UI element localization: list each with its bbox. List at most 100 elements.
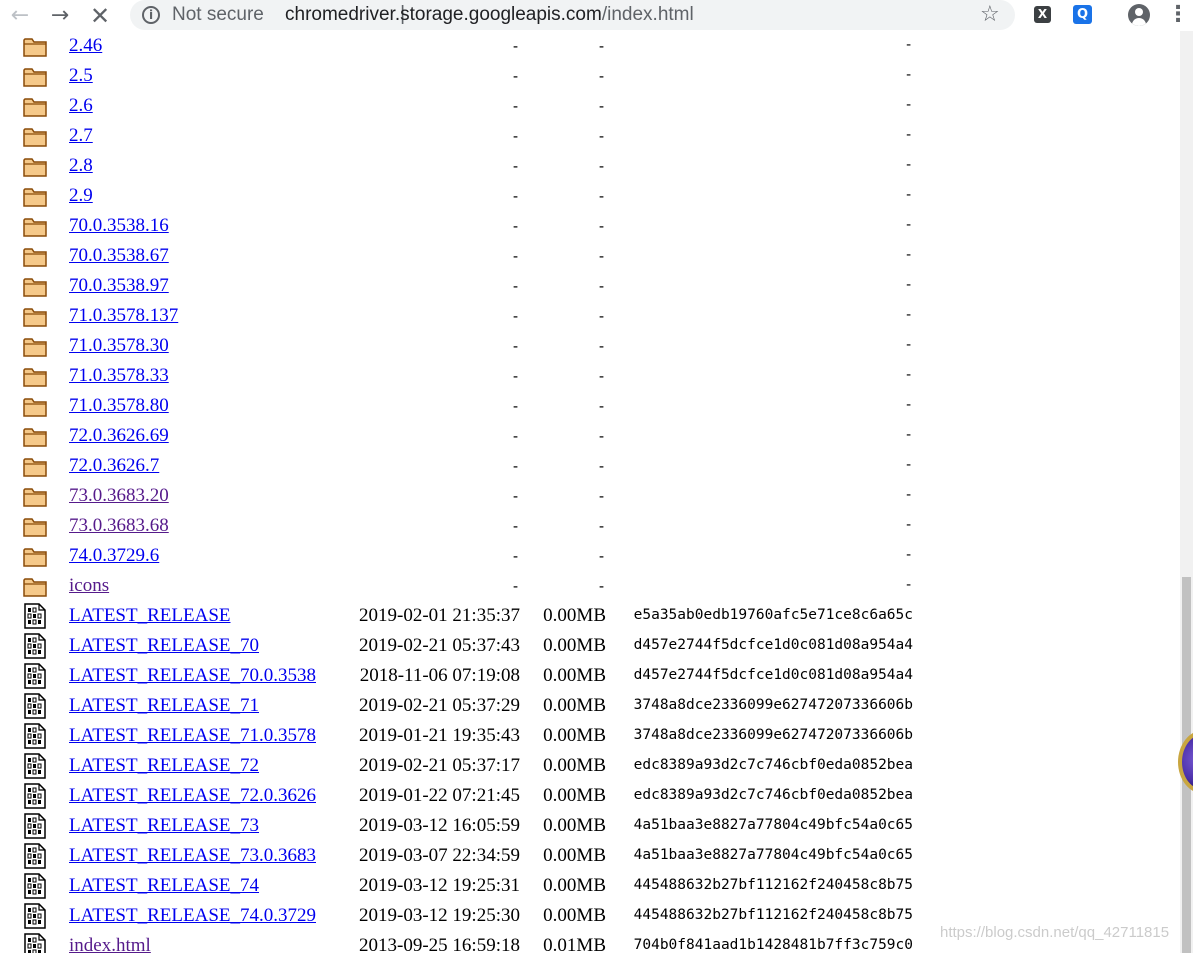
listing-row: 70.0.3538.67 - - - bbox=[0, 242, 1180, 272]
entry-link[interactable]: LATEST_RELEASE bbox=[69, 605, 231, 627]
file-size: - bbox=[596, 577, 606, 595]
file-size: - bbox=[596, 247, 606, 265]
entry-link[interactable]: 70.0.3538.16 bbox=[69, 215, 169, 237]
listing-row: 73.0.3683.20 - - - bbox=[0, 482, 1180, 512]
modified-date: 2019-02-21 05:37:29 bbox=[359, 695, 520, 716]
entry-link[interactable]: 71.0.3578.33 bbox=[69, 365, 169, 387]
etag-hash: edc8389a93d2c7c746cbf0eda0852bea bbox=[633, 787, 913, 803]
stop-loading-button[interactable]: ✕ bbox=[84, 0, 116, 31]
etag-hash: - bbox=[904, 97, 913, 113]
folder-icon bbox=[23, 246, 47, 268]
listing-row: 2.46 - - - bbox=[0, 32, 1180, 62]
entry-link[interactable]: 71.0.3578.30 bbox=[69, 335, 169, 357]
folder-icon bbox=[23, 186, 47, 208]
entry-link[interactable]: 2.8 bbox=[69, 155, 93, 177]
etag-hash: - bbox=[904, 577, 913, 593]
file-size: 0.00MB bbox=[543, 815, 606, 836]
entry-link[interactable]: LATEST_RELEASE_72 bbox=[69, 755, 259, 777]
entry-link[interactable]: LATEST_RELEASE_70 bbox=[69, 635, 259, 657]
entry-link[interactable]: icons bbox=[69, 575, 109, 597]
address-bar[interactable]: i Not secure | chromedriver.storage.goog… bbox=[130, 0, 1015, 30]
back-button[interactable]: ← bbox=[4, 0, 36, 31]
modified-date: - bbox=[510, 157, 520, 175]
etag-hash: - bbox=[904, 127, 913, 143]
entry-link[interactable]: 2.5 bbox=[69, 65, 93, 87]
modified-date: - bbox=[510, 67, 520, 85]
modified-date: - bbox=[510, 457, 520, 475]
entry-link[interactable]: 70.0.3538.97 bbox=[69, 275, 169, 297]
arrow-left-icon: ← bbox=[10, 3, 30, 28]
listing-row: LATEST_RELEASE_72.0.3626 2019-01-22 07:21… bbox=[0, 782, 1180, 812]
entry-link[interactable]: LATEST_RELEASE_71 bbox=[69, 695, 259, 717]
entry-link[interactable]: 2.7 bbox=[69, 125, 93, 147]
listing-row: 74.0.3729.6 - - - bbox=[0, 542, 1180, 572]
folder-icon bbox=[23, 66, 47, 88]
entry-link[interactable]: LATEST_RELEASE_73.0.3683 bbox=[69, 845, 316, 867]
listing-row: 72.0.3626.7 - - - bbox=[0, 452, 1180, 482]
file-icon bbox=[23, 723, 47, 749]
etag-hash: - bbox=[904, 187, 913, 203]
etag-hash: - bbox=[904, 337, 913, 353]
modified-date: 2019-01-21 19:35:43 bbox=[359, 725, 520, 746]
folder-icon bbox=[23, 426, 47, 448]
file-size: - bbox=[596, 397, 606, 415]
modified-date: 2019-01-22 07:21:45 bbox=[359, 785, 520, 806]
etag-hash: - bbox=[904, 67, 913, 83]
etag-hash: 704b0f841aad1b1428481b7ff3c759c0 bbox=[633, 937, 913, 953]
info-icon[interactable]: i bbox=[142, 6, 160, 24]
entry-link[interactable]: 74.0.3729.6 bbox=[69, 545, 159, 567]
entry-link[interactable]: index.html bbox=[69, 935, 151, 953]
listing-row: LATEST_RELEASE_71.0.3578 2019-01-21 19:35… bbox=[0, 722, 1180, 752]
url-text[interactable]: chromedriver.storage.googleapis.com/inde… bbox=[285, 4, 694, 26]
entry-link[interactable]: 70.0.3538.67 bbox=[69, 245, 169, 267]
bookmark-star-icon[interactable]: ☆ bbox=[980, 2, 1000, 27]
listing-row: icons - - - bbox=[0, 572, 1180, 602]
listing-row: 73.0.3683.68 - - - bbox=[0, 512, 1180, 542]
file-size: 0.00MB bbox=[543, 905, 606, 926]
entry-link[interactable]: LATEST_RELEASE_71.0.3578 bbox=[69, 725, 316, 747]
file-size: - bbox=[596, 97, 606, 115]
entry-link[interactable]: LATEST_RELEASE_74.0.3729 bbox=[69, 905, 316, 927]
modified-date: - bbox=[510, 307, 520, 325]
entry-link[interactable]: 72.0.3626.7 bbox=[69, 455, 159, 477]
file-size: 0.00MB bbox=[543, 605, 606, 626]
listing-row: 71.0.3578.30 - - - bbox=[0, 332, 1180, 362]
file-size: 0.00MB bbox=[543, 695, 606, 716]
entry-link[interactable]: 71.0.3578.137 bbox=[69, 305, 178, 327]
file-icon bbox=[23, 693, 47, 719]
forward-button[interactable]: → bbox=[44, 0, 76, 31]
listing-row: LATEST_RELEASE_72 2019-02-21 05:37:17 0.00… bbox=[0, 752, 1180, 782]
listing-row: LATEST_RELEASE_70.0.3538 2018-11-06 07:19… bbox=[0, 662, 1180, 692]
modified-date: - bbox=[510, 367, 520, 385]
folder-icon bbox=[23, 96, 47, 118]
entry-link[interactable]: LATEST_RELEASE_73 bbox=[69, 815, 259, 837]
modified-date: - bbox=[510, 97, 520, 115]
etag-hash: - bbox=[904, 397, 913, 413]
modified-date: 2019-03-07 22:34:59 bbox=[359, 845, 520, 866]
scrollbar[interactable] bbox=[1180, 31, 1193, 953]
entry-link[interactable]: 71.0.3578.80 bbox=[69, 395, 169, 417]
modified-date: 2019-03-12 19:25:30 bbox=[359, 905, 520, 926]
file-size: - bbox=[596, 37, 606, 55]
entry-link[interactable]: 2.6 bbox=[69, 95, 93, 117]
folder-icon bbox=[23, 576, 47, 598]
modified-date: - bbox=[510, 37, 520, 55]
modified-date: 2018-11-06 07:19:08 bbox=[359, 665, 520, 686]
entry-link[interactable]: 73.0.3683.68 bbox=[69, 515, 169, 537]
more-menu-icon[interactable]: ⋮ bbox=[1167, 2, 1189, 27]
entry-link[interactable]: 2.9 bbox=[69, 185, 93, 207]
entry-link[interactable]: LATEST_RELEASE_74 bbox=[69, 875, 259, 897]
arrow-right-icon: → bbox=[50, 3, 70, 28]
entry-link[interactable]: LATEST_RELEASE_72.0.3626 bbox=[69, 785, 316, 807]
entry-link[interactable]: LATEST_RELEASE_70.0.3538 bbox=[69, 665, 316, 687]
entry-link[interactable]: 72.0.3626.69 bbox=[69, 425, 169, 447]
extension-x-icon[interactable]: X bbox=[1034, 6, 1051, 23]
file-size: - bbox=[596, 457, 606, 475]
profile-avatar-icon[interactable] bbox=[1128, 4, 1150, 26]
security-label[interactable]: Not secure bbox=[172, 4, 264, 26]
listing-row: 2.8 - - - bbox=[0, 152, 1180, 182]
entry-link[interactable]: 2.46 bbox=[69, 35, 102, 57]
extension-search-icon[interactable]: Q bbox=[1073, 5, 1092, 24]
listing-row: 70.0.3538.97 - - - bbox=[0, 272, 1180, 302]
entry-link[interactable]: 73.0.3683.20 bbox=[69, 485, 169, 507]
